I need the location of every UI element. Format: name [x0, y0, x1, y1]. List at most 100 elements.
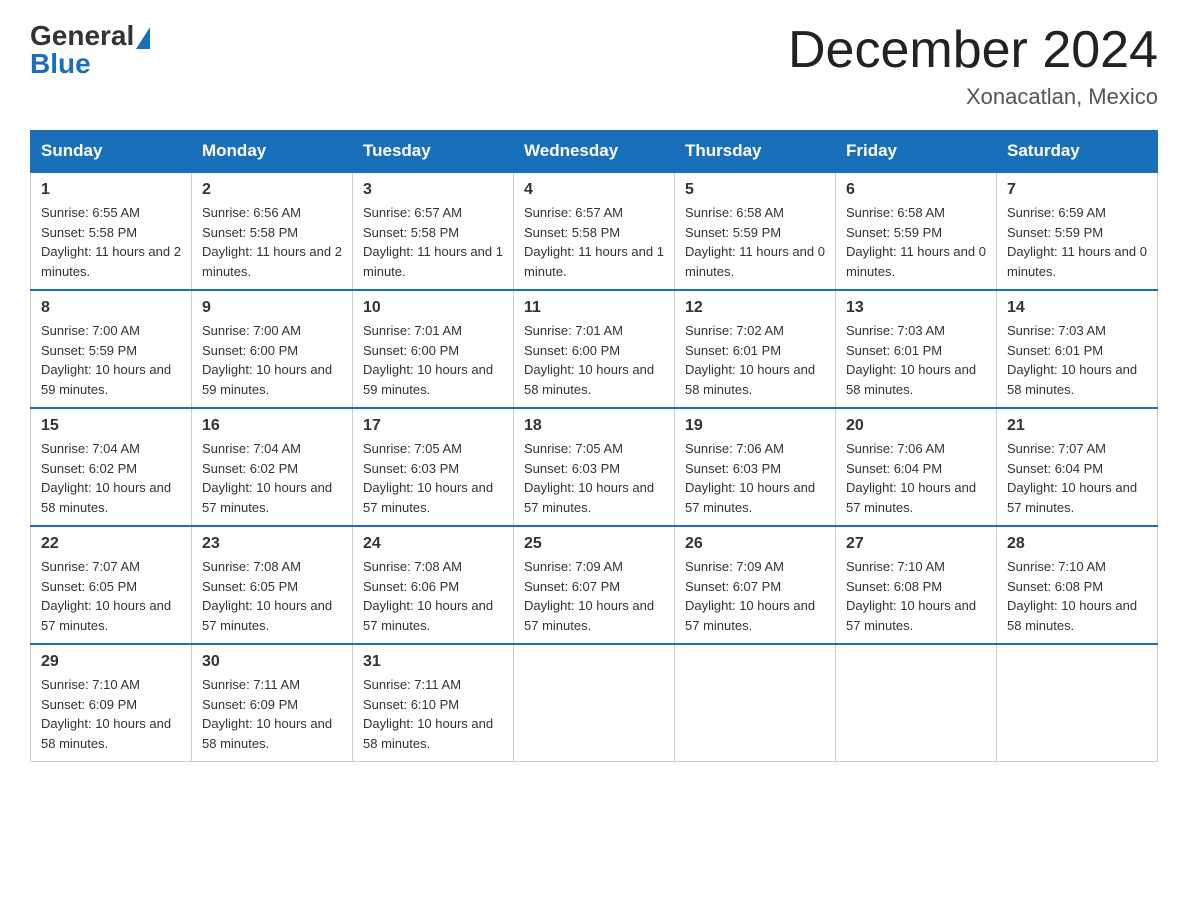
day-info: Sunrise: 7:01 AMSunset: 6:00 PMDaylight:…: [363, 323, 493, 397]
day-info: Sunrise: 6:59 AMSunset: 5:59 PMDaylight:…: [1007, 205, 1147, 279]
calendar-cell: 4 Sunrise: 6:57 AMSunset: 5:58 PMDayligh…: [514, 172, 675, 290]
day-info: Sunrise: 7:00 AMSunset: 6:00 PMDaylight:…: [202, 323, 332, 397]
day-info: Sunrise: 7:07 AMSunset: 6:04 PMDaylight:…: [1007, 441, 1137, 515]
day-number: 30: [202, 653, 342, 671]
day-number: 29: [41, 653, 181, 671]
day-number: 31: [363, 653, 503, 671]
page-header: General Blue December 2024 Xonacatlan, M…: [30, 20, 1158, 110]
day-number: 2: [202, 181, 342, 199]
day-info: Sunrise: 7:04 AMSunset: 6:02 PMDaylight:…: [41, 441, 171, 515]
day-info: Sunrise: 6:58 AMSunset: 5:59 PMDaylight:…: [685, 205, 825, 279]
week-row-3: 15 Sunrise: 7:04 AMSunset: 6:02 PMDaylig…: [31, 408, 1158, 526]
location-text: Xonacatlan, Mexico: [788, 84, 1158, 110]
week-row-5: 29 Sunrise: 7:10 AMSunset: 6:09 PMDaylig…: [31, 644, 1158, 762]
calendar-cell: 5 Sunrise: 6:58 AMSunset: 5:59 PMDayligh…: [675, 172, 836, 290]
calendar-cell: 2 Sunrise: 6:56 AMSunset: 5:58 PMDayligh…: [192, 172, 353, 290]
header-day-monday: Monday: [192, 131, 353, 173]
title-section: December 2024 Xonacatlan, Mexico: [788, 20, 1158, 110]
calendar-cell: 10 Sunrise: 7:01 AMSunset: 6:00 PMDaylig…: [353, 290, 514, 408]
day-number: 23: [202, 535, 342, 553]
header-day-saturday: Saturday: [997, 131, 1158, 173]
day-info: Sunrise: 7:09 AMSunset: 6:07 PMDaylight:…: [685, 559, 815, 633]
calendar-cell: 28 Sunrise: 7:10 AMSunset: 6:08 PMDaylig…: [997, 526, 1158, 644]
day-info: Sunrise: 7:07 AMSunset: 6:05 PMDaylight:…: [41, 559, 171, 633]
calendar-cell: 12 Sunrise: 7:02 AMSunset: 6:01 PMDaylig…: [675, 290, 836, 408]
calendar-cell: 17 Sunrise: 7:05 AMSunset: 6:03 PMDaylig…: [353, 408, 514, 526]
day-info: Sunrise: 6:57 AMSunset: 5:58 PMDaylight:…: [363, 205, 503, 279]
calendar-cell: 26 Sunrise: 7:09 AMSunset: 6:07 PMDaylig…: [675, 526, 836, 644]
day-number: 28: [1007, 535, 1147, 553]
day-number: 12: [685, 299, 825, 317]
calendar-header: SundayMondayTuesdayWednesdayThursdayFrid…: [31, 131, 1158, 173]
calendar-cell: 8 Sunrise: 7:00 AMSunset: 5:59 PMDayligh…: [31, 290, 192, 408]
calendar-cell: 9 Sunrise: 7:00 AMSunset: 6:00 PMDayligh…: [192, 290, 353, 408]
calendar-cell: 24 Sunrise: 7:08 AMSunset: 6:06 PMDaylig…: [353, 526, 514, 644]
day-number: 10: [363, 299, 503, 317]
day-info: Sunrise: 7:08 AMSunset: 6:06 PMDaylight:…: [363, 559, 493, 633]
day-number: 19: [685, 417, 825, 435]
day-info: Sunrise: 7:08 AMSunset: 6:05 PMDaylight:…: [202, 559, 332, 633]
calendar-cell: 22 Sunrise: 7:07 AMSunset: 6:05 PMDaylig…: [31, 526, 192, 644]
day-number: 25: [524, 535, 664, 553]
calendar-cell: 27 Sunrise: 7:10 AMSunset: 6:08 PMDaylig…: [836, 526, 997, 644]
day-number: 15: [41, 417, 181, 435]
week-row-2: 8 Sunrise: 7:00 AMSunset: 5:59 PMDayligh…: [31, 290, 1158, 408]
day-info: Sunrise: 7:01 AMSunset: 6:00 PMDaylight:…: [524, 323, 654, 397]
day-number: 8: [41, 299, 181, 317]
week-row-1: 1 Sunrise: 6:55 AMSunset: 5:58 PMDayligh…: [31, 172, 1158, 290]
week-row-4: 22 Sunrise: 7:07 AMSunset: 6:05 PMDaylig…: [31, 526, 1158, 644]
day-number: 4: [524, 181, 664, 199]
calendar-cell: 7 Sunrise: 6:59 AMSunset: 5:59 PMDayligh…: [997, 172, 1158, 290]
day-info: Sunrise: 7:11 AMSunset: 6:10 PMDaylight:…: [363, 677, 493, 751]
day-number: 24: [363, 535, 503, 553]
header-row: SundayMondayTuesdayWednesdayThursdayFrid…: [31, 131, 1158, 173]
day-number: 13: [846, 299, 986, 317]
calendar-cell: 16 Sunrise: 7:04 AMSunset: 6:02 PMDaylig…: [192, 408, 353, 526]
day-number: 27: [846, 535, 986, 553]
day-number: 17: [363, 417, 503, 435]
header-day-sunday: Sunday: [31, 131, 192, 173]
logo-triangle-icon: [136, 27, 150, 49]
day-number: 18: [524, 417, 664, 435]
day-number: 20: [846, 417, 986, 435]
calendar-cell: 11 Sunrise: 7:01 AMSunset: 6:00 PMDaylig…: [514, 290, 675, 408]
calendar-cell: 31 Sunrise: 7:11 AMSunset: 6:10 PMDaylig…: [353, 644, 514, 762]
day-info: Sunrise: 7:10 AMSunset: 6:09 PMDaylight:…: [41, 677, 171, 751]
day-info: Sunrise: 7:09 AMSunset: 6:07 PMDaylight:…: [524, 559, 654, 633]
day-info: Sunrise: 7:00 AMSunset: 5:59 PMDaylight:…: [41, 323, 171, 397]
day-info: Sunrise: 7:02 AMSunset: 6:01 PMDaylight:…: [685, 323, 815, 397]
day-info: Sunrise: 7:03 AMSunset: 6:01 PMDaylight:…: [846, 323, 976, 397]
logo: General Blue: [30, 20, 150, 80]
calendar-cell: [675, 644, 836, 762]
day-info: Sunrise: 7:10 AMSunset: 6:08 PMDaylight:…: [1007, 559, 1137, 633]
day-info: Sunrise: 7:05 AMSunset: 6:03 PMDaylight:…: [363, 441, 493, 515]
day-info: Sunrise: 7:04 AMSunset: 6:02 PMDaylight:…: [202, 441, 332, 515]
header-day-tuesday: Tuesday: [353, 131, 514, 173]
day-number: 7: [1007, 181, 1147, 199]
day-number: 1: [41, 181, 181, 199]
day-info: Sunrise: 6:55 AMSunset: 5:58 PMDaylight:…: [41, 205, 181, 279]
logo-blue-text: Blue: [30, 48, 91, 80]
calendar-cell: 13 Sunrise: 7:03 AMSunset: 6:01 PMDaylig…: [836, 290, 997, 408]
day-number: 26: [685, 535, 825, 553]
calendar-cell: 14 Sunrise: 7:03 AMSunset: 6:01 PMDaylig…: [997, 290, 1158, 408]
calendar-cell: 21 Sunrise: 7:07 AMSunset: 6:04 PMDaylig…: [997, 408, 1158, 526]
day-info: Sunrise: 7:06 AMSunset: 6:03 PMDaylight:…: [685, 441, 815, 515]
day-info: Sunrise: 7:10 AMSunset: 6:08 PMDaylight:…: [846, 559, 976, 633]
day-number: 22: [41, 535, 181, 553]
calendar-cell: 1 Sunrise: 6:55 AMSunset: 5:58 PMDayligh…: [31, 172, 192, 290]
calendar-cell: 15 Sunrise: 7:04 AMSunset: 6:02 PMDaylig…: [31, 408, 192, 526]
day-number: 3: [363, 181, 503, 199]
calendar-cell: 6 Sunrise: 6:58 AMSunset: 5:59 PMDayligh…: [836, 172, 997, 290]
calendar-cell: [836, 644, 997, 762]
calendar-cell: 29 Sunrise: 7:10 AMSunset: 6:09 PMDaylig…: [31, 644, 192, 762]
day-number: 5: [685, 181, 825, 199]
day-info: Sunrise: 6:58 AMSunset: 5:59 PMDaylight:…: [846, 205, 986, 279]
calendar-cell: 30 Sunrise: 7:11 AMSunset: 6:09 PMDaylig…: [192, 644, 353, 762]
day-number: 14: [1007, 299, 1147, 317]
month-title: December 2024: [788, 20, 1158, 80]
calendar-cell: 3 Sunrise: 6:57 AMSunset: 5:58 PMDayligh…: [353, 172, 514, 290]
day-number: 6: [846, 181, 986, 199]
calendar-cell: 18 Sunrise: 7:05 AMSunset: 6:03 PMDaylig…: [514, 408, 675, 526]
calendar-cell: 23 Sunrise: 7:08 AMSunset: 6:05 PMDaylig…: [192, 526, 353, 644]
